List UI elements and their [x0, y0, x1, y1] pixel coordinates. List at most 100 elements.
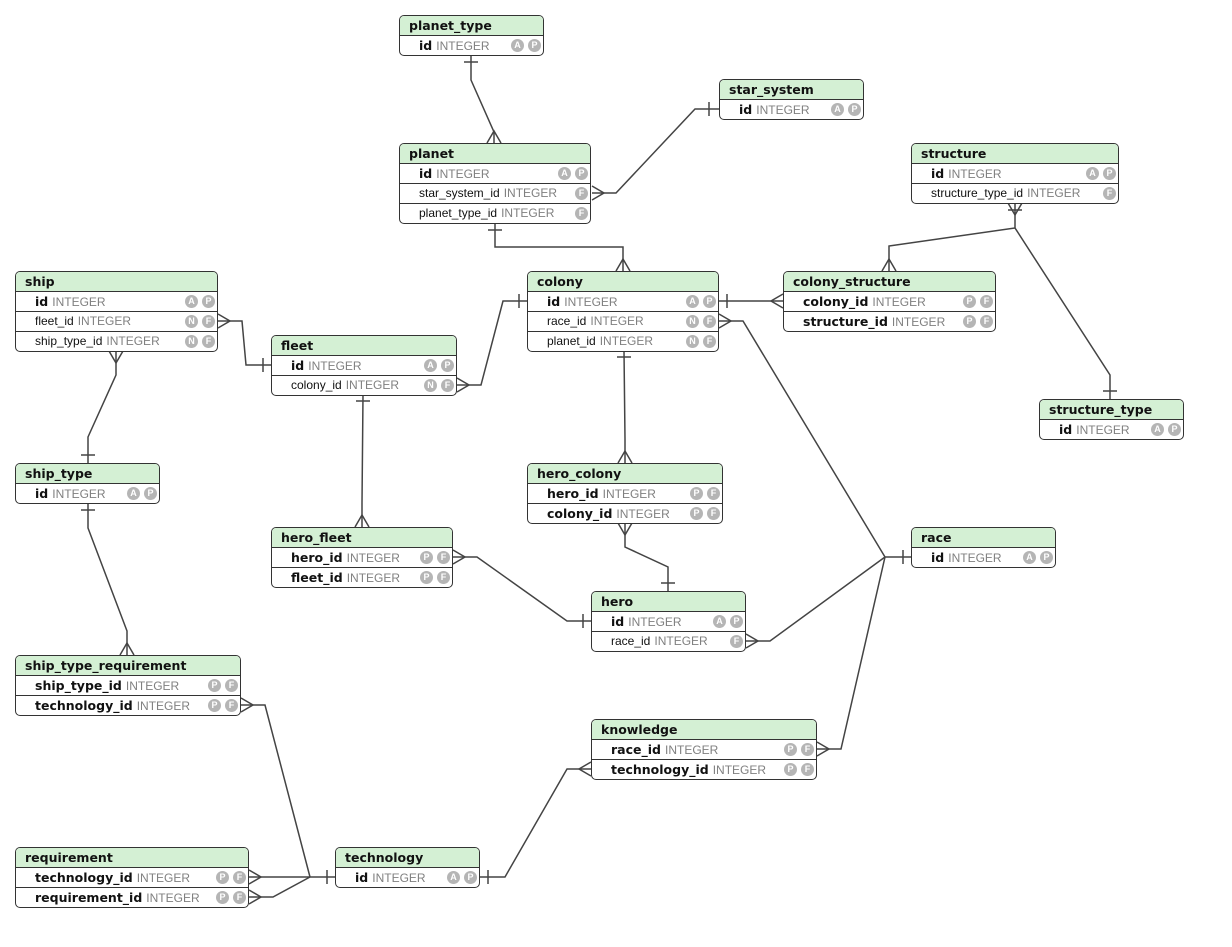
column-row[interactable]: id INTEGER A P [528, 292, 718, 312]
relationship-colony-to-planet[interactable] [494, 223, 624, 271]
column-row[interactable]: id INTEGER A P [912, 548, 1055, 567]
relationship-ship-type-requirement-to-technology[interactable] [241, 704, 311, 878]
relationship-fleet-to-colony[interactable] [457, 300, 527, 386]
foreign-key-badge: F [1103, 187, 1116, 200]
primary-key-badge: P [690, 487, 703, 500]
table-title[interactable]: technology [336, 848, 479, 868]
relationship-planet-to-star-system[interactable] [592, 108, 719, 194]
column-row[interactable]: race_id INTEGER P F [592, 740, 816, 760]
table-title[interactable]: star_system [720, 80, 863, 100]
table-knowledge[interactable]: knowledge race_id INTEGER P Ftechnology_id IN… [591, 719, 817, 780]
foreign-key-badge: F [707, 487, 720, 500]
table-structure-type[interactable]: structure_type id INTEGER A P [1039, 399, 1184, 440]
column-row[interactable]: colony_id INTEGER P F [784, 292, 995, 312]
column-row[interactable]: id INTEGER A P [720, 100, 863, 119]
column-row[interactable]: id INTEGER A P [592, 612, 745, 632]
table-fleet[interactable]: fleet id INTEGER A Pcolony_id INTEGER N F [271, 335, 457, 396]
table-ship-type-requirement[interactable]: ship_type_requirement ship_type_id INTEGER… [15, 655, 241, 716]
column-row[interactable]: race_id INTEGER F [592, 632, 745, 651]
table-title[interactable]: race [912, 528, 1055, 548]
column-flags: NF [686, 335, 716, 348]
column-row[interactable]: colony_id INTEGER P F [528, 504, 722, 523]
relationship-hero-fleet-to-hero[interactable] [453, 556, 591, 622]
table-race[interactable]: race id INTEGER A P [911, 527, 1056, 568]
table-ship[interactable]: ship id INTEGER A Pfleet_id INTEGER N Fship_typ… [15, 271, 218, 352]
column-row[interactable]: planet_type_id INTEGER F [400, 204, 590, 223]
table-technology[interactable]: technology id INTEGER A P [335, 847, 480, 888]
column-row[interactable]: technology_id INTEGER P F [16, 696, 240, 715]
column-row[interactable]: id INTEGER A P [1040, 420, 1183, 439]
column-name: technology_id [35, 698, 133, 713]
column-name: id [419, 38, 433, 53]
column-row[interactable]: hero_id INTEGER P F [272, 548, 452, 568]
table-colony[interactable]: colony id INTEGER A Prace_id INTEGER N Fplanet_… [527, 271, 719, 352]
column-row[interactable]: ship_type_id INTEGER P F [16, 676, 240, 696]
foreign-key-badge: F [202, 315, 215, 328]
column-row[interactable]: technology_id INTEGER P F [592, 760, 816, 779]
table-requirement[interactable]: requirement technology_id INTEGER P Frequire… [15, 847, 249, 908]
table-title[interactable]: colony [528, 272, 718, 292]
foreign-key-badge: F [980, 295, 993, 308]
column-row[interactable]: fleet_id INTEGER N F [16, 312, 217, 332]
column-row[interactable]: id INTEGER A P [16, 292, 217, 312]
table-hero[interactable]: hero id INTEGER A Prace_id INTEGER F [591, 591, 746, 652]
relationship-planet-to-planet-type[interactable] [470, 55, 495, 143]
column-row[interactable]: id INTEGER A P [400, 36, 543, 55]
column-row[interactable]: structure_id INTEGER P F [784, 312, 995, 331]
table-planet-type[interactable]: planet_type id INTEGER A P [399, 15, 544, 56]
table-title[interactable]: ship [16, 272, 217, 292]
column-row[interactable]: id INTEGER A P [336, 868, 479, 887]
column-row[interactable]: ship_type_id INTEGER N F [16, 332, 217, 351]
column-row[interactable]: id INTEGER A P [16, 484, 159, 503]
table-hero-fleet[interactable]: hero_fleet hero_id INTEGER P Ffleet_id INTEGE… [271, 527, 453, 588]
relationship-hero-colony-to-colony[interactable] [623, 350, 626, 463]
table-title[interactable]: requirement [16, 848, 248, 868]
relationship-colony-structure-to-structure[interactable] [888, 203, 1016, 271]
foreign-key-badge: F [225, 699, 238, 712]
column-row[interactable]: technology_id INTEGER P F [16, 868, 248, 888]
relationship-hero-colony-to-hero[interactable] [624, 523, 669, 591]
table-star-system[interactable]: star_system id INTEGER A P [719, 79, 864, 120]
column-row[interactable]: id INTEGER A P [912, 164, 1118, 184]
table-title[interactable]: hero_fleet [272, 528, 452, 548]
table-planet[interactable]: planet id INTEGER A Pstar_system_id INTEGER Fp… [399, 143, 591, 224]
relationship-knowledge-to-technology[interactable] [480, 768, 591, 878]
relationship-hero-to-race[interactable] [746, 556, 886, 642]
table-title[interactable]: ship_type [16, 464, 159, 484]
table-colony-structure[interactable]: colony_structure colony_id INTEGER P Fstruct… [783, 271, 996, 332]
table-title[interactable]: ship_type_requirement [16, 656, 240, 676]
table-title[interactable]: structure_type [1040, 400, 1183, 420]
column-row[interactable]: colony_id INTEGER N F [272, 376, 456, 395]
column-row[interactable]: hero_id INTEGER P F [528, 484, 722, 504]
table-title[interactable]: fleet [272, 336, 456, 356]
relationship-structure-to-structure-type[interactable] [1014, 227, 1111, 399]
table-title[interactable]: structure [912, 144, 1118, 164]
column-row[interactable]: star_system_id INTEGER F [400, 184, 590, 204]
table-title[interactable]: hero_colony [528, 464, 722, 484]
column-row[interactable]: planet_id INTEGER N F [528, 332, 718, 351]
column-row[interactable]: requirement_id INTEGER P F [16, 888, 248, 907]
column-row[interactable]: id INTEGER A P [272, 356, 456, 376]
relationship-knowledge-to-race[interactable] [817, 556, 886, 750]
table-title[interactable]: hero [592, 592, 745, 612]
column-row[interactable]: race_id INTEGER N F [528, 312, 718, 332]
relationship-colony-to-race[interactable] [719, 320, 911, 558]
foreign-key-badge: F [707, 507, 720, 520]
relationship-ship-to-ship-type[interactable] [87, 351, 117, 463]
table-title[interactable]: knowledge [592, 720, 816, 740]
relationship-ship-type-requirement-to-ship-type[interactable] [87, 503, 128, 655]
column-flags: AP [447, 871, 477, 884]
column-row[interactable]: id INTEGER A P [400, 164, 590, 184]
table-title[interactable]: colony_structure [784, 272, 995, 292]
table-ship-type[interactable]: ship_type id INTEGER A P [15, 463, 160, 504]
column-row[interactable]: structure_type_id INTEGER F [912, 184, 1118, 203]
relationship-hero-fleet-to-fleet[interactable] [361, 394, 364, 527]
relationship-requirement2-to-technology[interactable] [249, 876, 311, 898]
table-title[interactable]: planet_type [400, 16, 543, 36]
table-hero-colony[interactable]: hero_colony hero_id INTEGER P Fcolony_id INTE… [527, 463, 723, 524]
table-title[interactable]: planet [400, 144, 590, 164]
table-structure[interactable]: structure id INTEGER A Pstructure_type_id INT… [911, 143, 1119, 204]
column-row[interactable]: fleet_id INTEGER P F [272, 568, 452, 587]
auto-increment-badge: A [558, 167, 571, 180]
column-type: INTEGER [436, 167, 490, 181]
